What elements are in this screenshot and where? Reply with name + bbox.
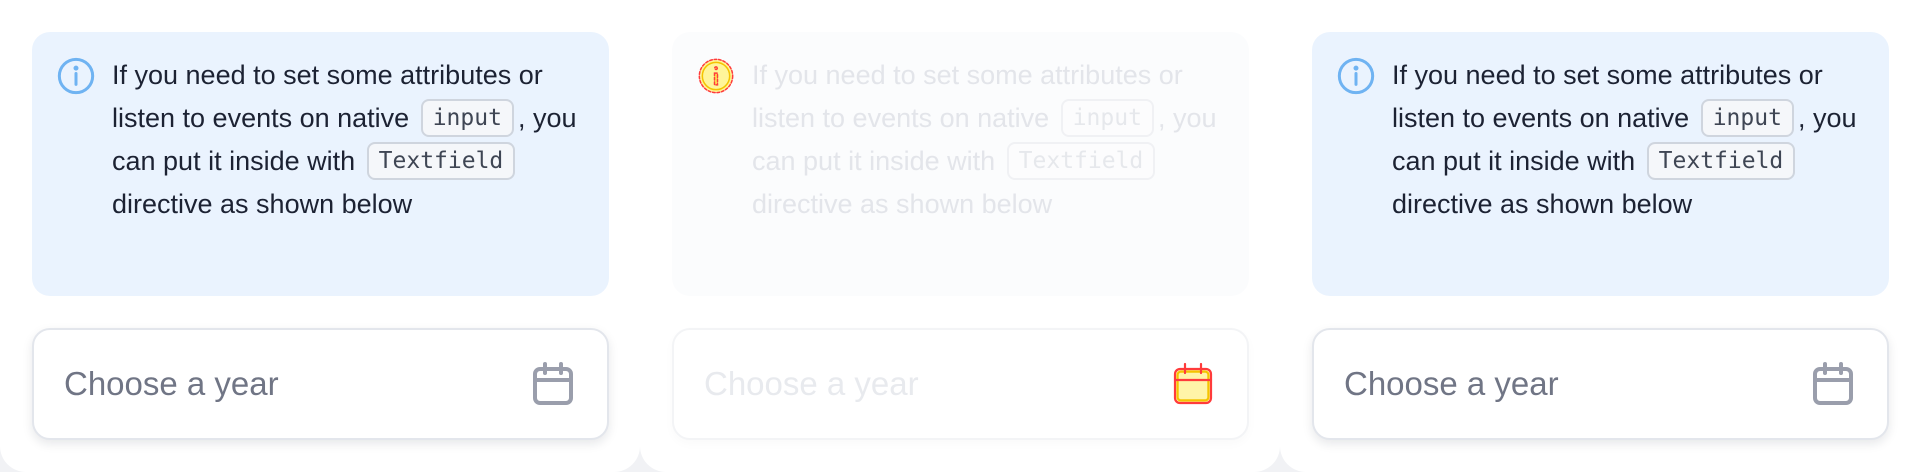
info-notification: If you need to set some attributes or li… <box>32 32 609 296</box>
info-message: If you need to set some attributes or li… <box>752 54 1222 226</box>
code-chip-input: input <box>420 98 514 137</box>
info-text-part: directive as shown below <box>112 189 413 219</box>
year-picker-field[interactable]: Choose a year <box>1312 328 1889 440</box>
info-text-part: directive as shown below <box>1392 189 1693 219</box>
code-chip-input: input <box>1700 98 1794 137</box>
year-picker-field[interactable]: Choose a year <box>32 328 609 440</box>
year-picker-field-disabled: Choose a year <box>672 328 1249 440</box>
calendar-icon <box>1173 362 1213 405</box>
info-circle-icon <box>698 58 734 94</box>
year-placeholder: Choose a year <box>64 365 279 402</box>
info-notification: If you need to set some attributes or li… <box>1312 32 1889 296</box>
component-showcase: If you need to set some attributes or li… <box>0 0 1920 472</box>
code-chip-textfield: Textfield <box>1006 141 1156 180</box>
demo-panel-default-right: If you need to set some attributes or li… <box>1280 0 1920 472</box>
info-circle-icon <box>57 57 95 95</box>
year-placeholder: Choose a year <box>704 365 919 402</box>
year-placeholder: Choose a year <box>1344 365 1559 402</box>
calendar-icon[interactable] <box>529 360 577 408</box>
info-message: If you need to set some attributes or li… <box>1392 54 1862 226</box>
info-text-part: directive as shown below <box>752 189 1053 219</box>
demo-panel-disabled: If you need to set some attributes or li… <box>640 0 1280 472</box>
code-chip-input: input <box>1060 98 1154 137</box>
info-circle-icon <box>1337 57 1375 95</box>
demo-panel-default: If you need to set some attributes or li… <box>0 0 640 472</box>
info-message: If you need to set some attributes or li… <box>112 54 582 226</box>
code-chip-textfield: Textfield <box>1646 141 1796 180</box>
info-notification: If you need to set some attributes or li… <box>672 32 1249 296</box>
code-chip-textfield: Textfield <box>366 141 516 180</box>
calendar-icon[interactable] <box>1809 360 1857 408</box>
